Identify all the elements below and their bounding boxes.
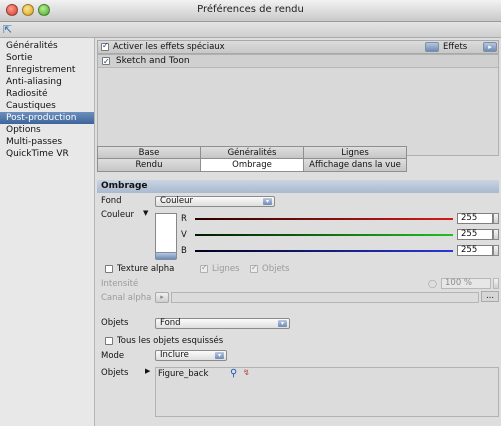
canal-alpha-arrow-icon[interactable]: ▸ [155, 292, 169, 303]
mode-label: Mode [101, 351, 125, 361]
objets-listbox[interactable]: Figure_back ⚲ ↯ [155, 367, 499, 417]
lignes-label: Lignes [212, 264, 240, 274]
couleur-label: Couleur [101, 210, 134, 220]
intensity-stepper[interactable] [493, 278, 499, 289]
sidebar-item-enregistrement[interactable]: Enregistrement [0, 64, 94, 76]
sidebar-item-caustiques[interactable]: Caustiques [0, 100, 94, 112]
intensity-label: Intensité [101, 279, 139, 289]
enable-effects-label: Activer les effets spéciaux [113, 42, 225, 52]
canal-alpha-field[interactable] [171, 292, 479, 303]
effect-enabled-checkbox[interactable] [102, 55, 110, 68]
tab-lignes[interactable]: Lignes [304, 147, 406, 159]
tag-icon: ↯ [243, 368, 250, 377]
title-bar: Préférences de rendu [0, 0, 501, 22]
couleur-menu-icon[interactable]: ▼ [143, 209, 148, 217]
effects-toggle-icon[interactable] [425, 42, 439, 52]
tous-objets-label: Tous les objets esquissés [117, 336, 224, 346]
channel-b-value[interactable]: 255 [457, 245, 493, 256]
effects-list: Sketch and Toon [97, 54, 499, 156]
lignes-checkbox[interactable] [200, 263, 208, 273]
render-settings-window: Préférences de rendu ⇱ Généralités Sorti… [0, 0, 501, 426]
sidebar-item-anti-aliasing[interactable]: Anti-aliasing [0, 76, 94, 88]
sidebar-item-multi-passes[interactable]: Multi-passes [0, 136, 94, 148]
main-panel: Activer les effets spéciaux Effets ▸ Ske… [95, 38, 501, 426]
canal-alpha-browse-button[interactable]: ... [481, 291, 499, 302]
tab-generalites[interactable]: Généralités [201, 147, 304, 159]
sidebar-item-quicktime-vr[interactable]: QuickTime VR [0, 148, 94, 160]
effect-item[interactable]: Sketch and Toon [98, 55, 498, 68]
mode-popup-value: Inclure [160, 350, 189, 360]
fond-popup-value: Couleur [160, 196, 193, 206]
mode-popup[interactable]: Inclure ▾ [155, 350, 227, 361]
sidebar-item-post-production[interactable]: Post-production [0, 112, 94, 124]
fond-label: Fond [101, 196, 122, 206]
effects-bar: Activer les effets spéciaux Effets ▸ [97, 40, 499, 54]
list-item-label: Figure_back [158, 369, 209, 379]
sidebar-item-options[interactable]: Options [0, 124, 94, 136]
effects-menu-label[interactable]: Effets [443, 42, 467, 52]
objets-list-label: Objets [101, 368, 129, 378]
figure-object-icon: ⚲ [230, 368, 238, 379]
toolbar: ⇱ [0, 22, 501, 38]
enable-effects-checkbox[interactable] [101, 41, 109, 51]
objets-label: Objets [101, 318, 129, 328]
sidebar-item-sortie[interactable]: Sortie [0, 52, 94, 64]
list-item[interactable]: Figure_back ⚲ ↯ [158, 368, 250, 381]
objets-popup-value: Fond [160, 318, 181, 328]
objets-list-arrow-icon[interactable]: ▶ [145, 367, 150, 375]
texture-alpha-checkbox[interactable] [105, 265, 113, 273]
channel-b-label: B [181, 246, 187, 256]
channel-r-label: R [181, 214, 187, 224]
channel-b-stepper[interactable] [493, 245, 499, 256]
effect-item-label: Sketch and Toon [115, 56, 190, 66]
tab-affichage-vue[interactable]: Affichage dans la vue [304, 159, 406, 171]
tous-objets-checkbox[interactable] [105, 337, 113, 345]
window-title: Préférences de rendu [197, 4, 304, 15]
canal-alpha-label: Canal alpha [101, 293, 152, 303]
channel-v-value[interactable]: 255 [457, 229, 493, 240]
channel-r-stepper[interactable] [493, 213, 499, 224]
objets-alpha-label: Objets [262, 264, 290, 274]
sidebar-item-generalites[interactable]: Généralités [0, 40, 94, 52]
chevron-down-icon: ▾ [278, 320, 287, 327]
objets-popup[interactable]: Fond ▾ [155, 318, 290, 329]
fond-popup[interactable]: Couleur ▾ [155, 196, 275, 207]
hierarchy-icon[interactable]: ⇱ [3, 23, 12, 36]
tab-base[interactable]: Base [98, 147, 201, 159]
intensity-slider-icon[interactable]: ◯ [428, 279, 437, 288]
channel-r-value[interactable]: 255 [457, 213, 493, 224]
channel-b-slider[interactable] [195, 250, 453, 252]
objets-alpha-checkbox[interactable] [250, 263, 258, 273]
channel-v-stepper[interactable] [493, 229, 499, 240]
chevron-down-icon: ▾ [215, 352, 224, 359]
tab-ombrage[interactable]: Ombrage [201, 159, 304, 171]
tab-rendu[interactable]: Rendu [98, 159, 201, 171]
color-picker-button[interactable] [155, 252, 177, 260]
channel-r-slider[interactable] [195, 218, 453, 220]
channel-v-slider[interactable] [195, 234, 453, 236]
chevron-down-icon: ▾ [263, 198, 272, 205]
effects-menu-arrow-icon[interactable]: ▸ [483, 42, 497, 52]
sidebar-item-radiosite[interactable]: Radiosité [0, 88, 94, 100]
section-title: Ombrage [97, 180, 499, 193]
texture-alpha-label: Texture alpha [117, 264, 175, 274]
channel-v-label: V [181, 230, 187, 240]
settings-sidebar: Généralités Sortie Enregistrement Anti-a… [0, 38, 95, 426]
sketch-tabs: Base Généralités Lignes Rendu Ombrage Af… [97, 146, 407, 172]
intensity-value[interactable]: 100 % [441, 278, 491, 289]
